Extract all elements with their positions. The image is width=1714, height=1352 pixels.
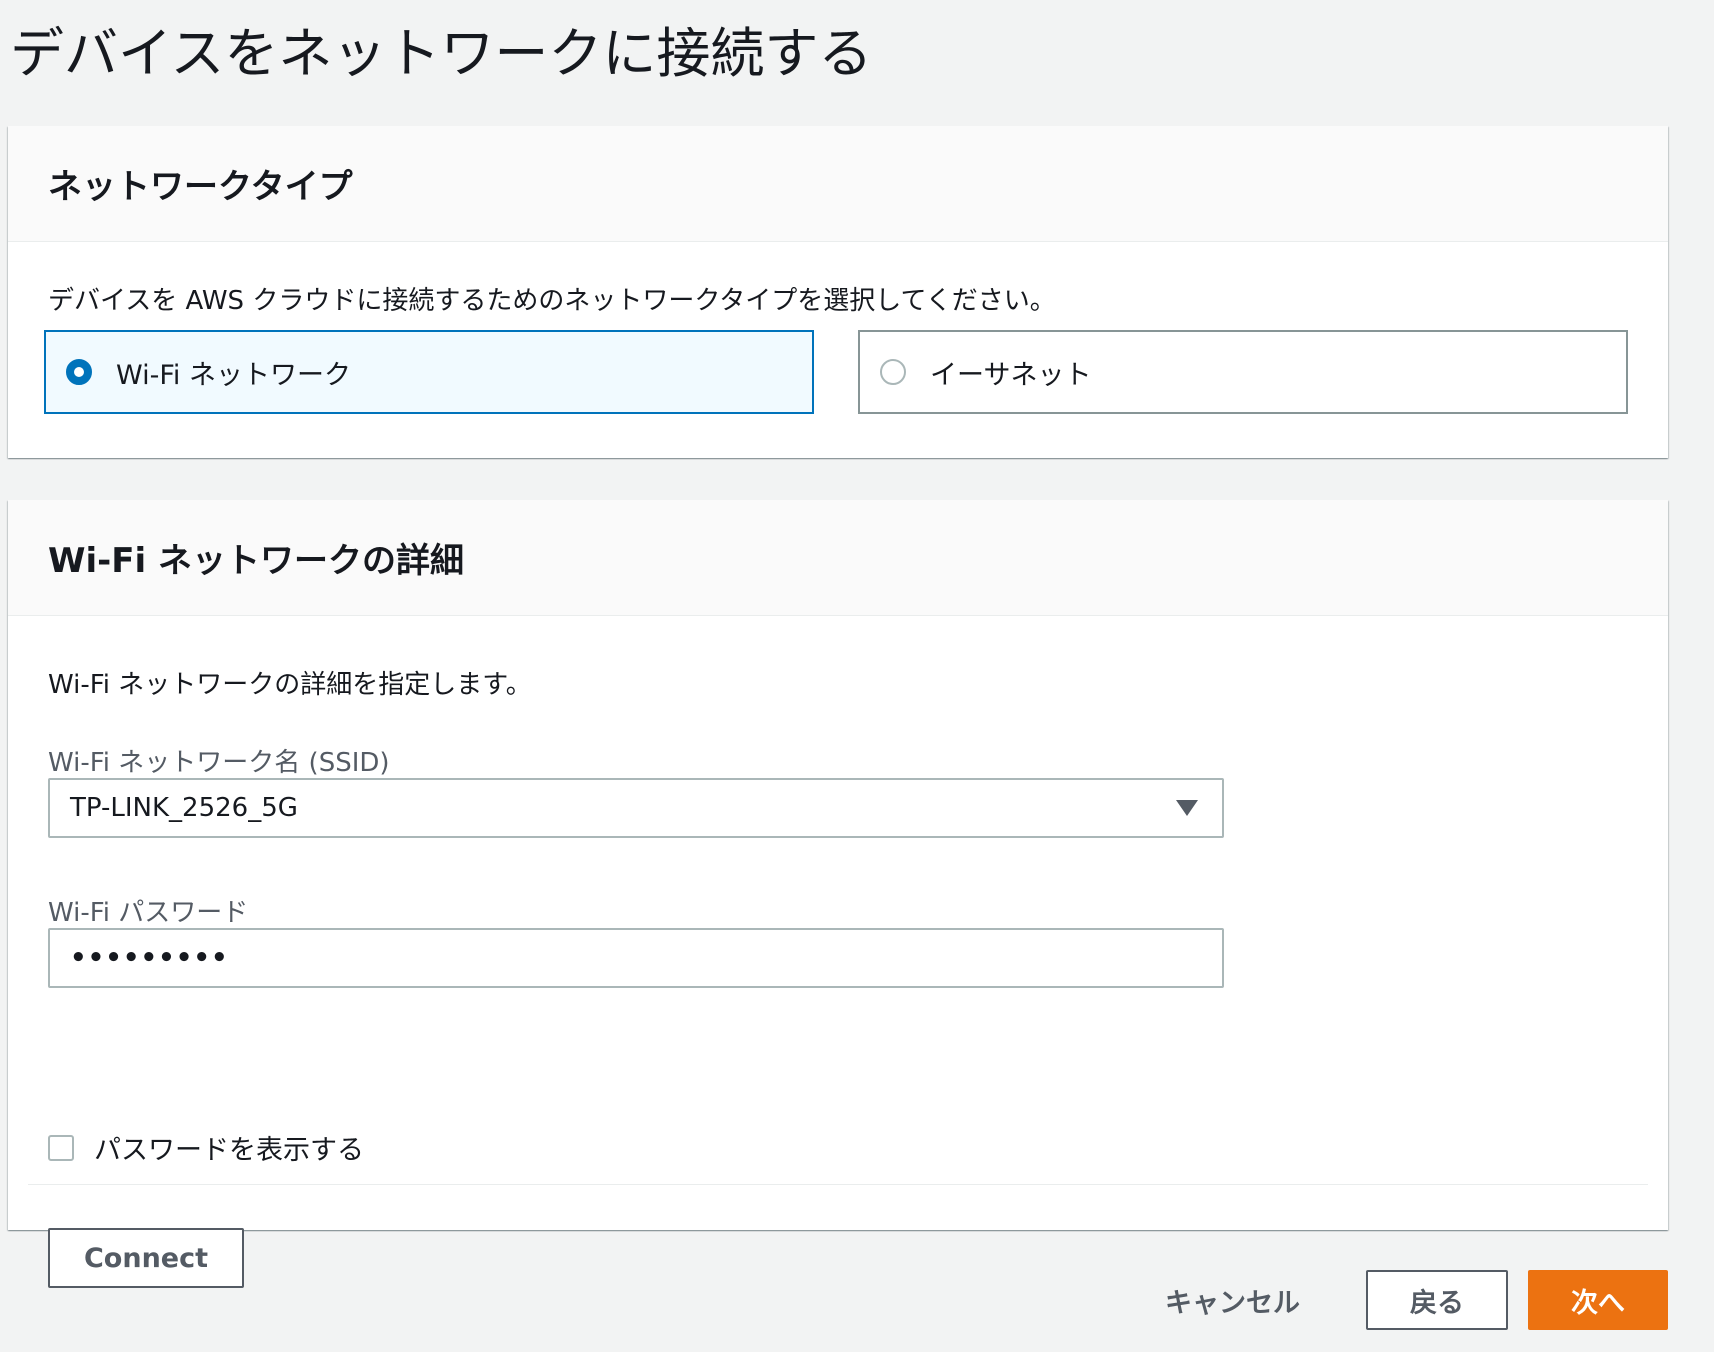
wifi-details-panel: Wi-Fi ネットワークの詳細 Wi-Fi ネットワークの詳細を指定します。 W…	[8, 500, 1668, 1288]
wifi-details-heading: Wi-Fi ネットワークの詳細	[48, 541, 464, 581]
ssid-select[interactable]: TP-LINK_2526_5G	[48, 778, 1224, 838]
wifi-network-option-label: Wi-Fi ネットワーク	[116, 359, 351, 391]
cancel-button[interactable]: キャンセル	[1145, 1270, 1320, 1330]
wifi-network-option[interactable]: Wi-Fi ネットワーク	[44, 330, 814, 414]
wifi-details-description: Wi-Fi ネットワークの詳細を指定します。	[48, 670, 532, 700]
show-password-checkbox[interactable]	[48, 1134, 74, 1161]
ethernet-option[interactable]: イーサネット	[858, 330, 1628, 414]
wifi-details-header: Wi-Fi ネットワークの詳細	[8, 500, 1668, 616]
password-input[interactable]: •••••••••	[48, 928, 1224, 988]
connect-button[interactable]: Connect	[48, 1228, 244, 1288]
next-button[interactable]: 次へ	[1528, 1270, 1668, 1330]
ethernet-radio-button[interactable]	[880, 359, 906, 385]
ssid-selected-value: TP-LINK_2526_5G	[70, 793, 298, 823]
wizard-footer: キャンセル 戻る 次へ	[1145, 1270, 1668, 1330]
network-type-heading: ネットワークタイプ	[48, 167, 353, 207]
page-title: デバイスをネットワークに接続する	[10, 22, 873, 85]
show-password-row[interactable]: パスワードを表示する	[48, 1128, 364, 1167]
password-masked-value: •••••••••	[70, 943, 229, 973]
page: デバイスをネットワークに接続する ネットワークタイプ デバイスを AWS クラウ…	[0, 0, 1714, 1352]
ssid-label: Wi-Fi ネットワーク名 (SSID)	[48, 748, 390, 778]
show-password-label: パスワードを表示する	[94, 1135, 364, 1166]
back-button[interactable]: 戻る	[1366, 1270, 1508, 1330]
caret-down-icon	[1176, 800, 1198, 816]
divider	[28, 1184, 1648, 1185]
network-type-header: ネットワークタイプ	[8, 126, 1668, 242]
password-label: Wi-Fi パスワード	[48, 898, 249, 928]
network-type-panel: ネットワークタイプ デバイスを AWS クラウドに接続するためのネットワークタイ…	[8, 126, 1668, 458]
network-type-description: デバイスを AWS クラウドに接続するためのネットワークタイプを選択してください…	[48, 286, 1056, 316]
ethernet-option-label: イーサネット	[930, 359, 1092, 391]
wifi-radio-button[interactable]	[66, 359, 92, 385]
